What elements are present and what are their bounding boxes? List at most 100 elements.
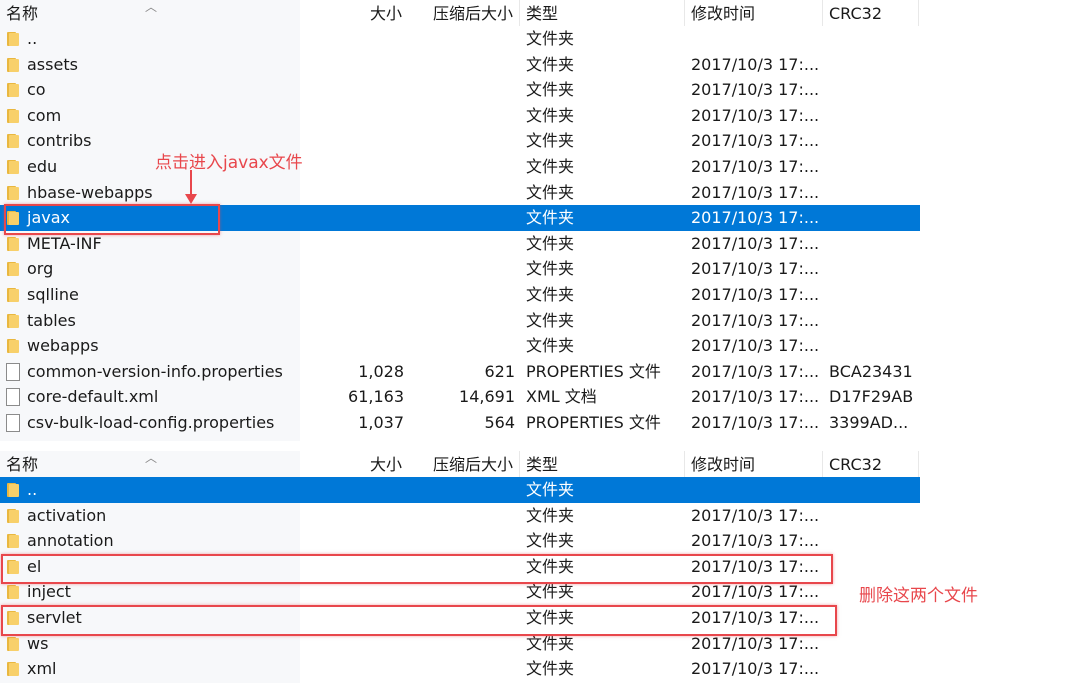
annotation-delete-two: 删除这两个文件	[859, 586, 978, 606]
folder-icon	[7, 508, 19, 523]
column-modified-header[interactable]: 修改时间	[691, 454, 755, 476]
file-name: com	[27, 105, 62, 125]
file-name: common-version-info.properties	[27, 361, 283, 381]
folder-icon	[7, 611, 19, 625]
folder-icon	[7, 134, 19, 149]
folder-icon	[7, 339, 19, 354]
file-row[interactable]: .. 文件夹	[0, 26, 920, 52]
file-name: contribs	[27, 131, 92, 151]
file-crc: D17F29AB	[829, 387, 914, 407]
file-type: 文件夹	[526, 182, 575, 202]
column-separator[interactable]	[684, 0, 685, 26]
file-type: 文件夹	[526, 505, 575, 525]
file-row[interactable]: annotation 文件夹 2017/10/3 17:...	[0, 528, 920, 554]
folder-icon	[7, 160, 19, 174]
column-header: 名称 ︿ 大小 压缩后大小 类型 修改时间 CRC32	[0, 451, 920, 477]
column-separator[interactable]	[918, 0, 919, 26]
column-type-header[interactable]: 类型	[526, 454, 558, 476]
file-name: hbase-webapps	[27, 182, 153, 202]
column-separator[interactable]	[822, 451, 823, 477]
folder-icon	[7, 483, 19, 497]
file-modified: 2017/10/3 17:...	[691, 413, 820, 432]
file-type: 文件夹	[526, 336, 575, 356]
column-crc-header[interactable]: CRC32	[829, 454, 882, 476]
file-row[interactable]: sqlline 文件夹 2017/10/3 17:...	[0, 282, 920, 308]
column-size-header[interactable]: 大小	[370, 454, 402, 476]
column-name-header[interactable]: 名称	[6, 454, 38, 476]
file-modified: 2017/10/3 17:...	[691, 608, 820, 627]
column-modified-header[interactable]: 修改时间	[691, 3, 755, 25]
file-type: 文件夹	[526, 29, 575, 48]
file-row[interactable]: META-INF 文件夹 2017/10/3 17:...	[0, 231, 920, 257]
file-name: sqlline	[27, 285, 79, 304]
sort-ascending-icon: ︿	[145, 0, 158, 14]
file-type: 文件夹	[526, 531, 575, 551]
sort-ascending-icon: ︿	[145, 451, 158, 465]
file-row[interactable]: activation 文件夹 2017/10/3 17:...	[0, 503, 920, 529]
arrow-down-icon	[185, 170, 197, 204]
file-row[interactable]: csv-bulk-load-config.properties 1,037 564 P…	[0, 410, 920, 436]
file-row[interactable]: servlet 文件夹 2017/10/3 17:...	[0, 605, 920, 631]
file-modified: 2017/10/3 17:...	[691, 556, 820, 576]
column-separator[interactable]	[684, 451, 685, 477]
file-type: 文件夹	[526, 131, 575, 151]
file-name: edu	[27, 157, 58, 176]
file-modified: 2017/10/3 17:...	[691, 285, 820, 304]
file-modified: 2017/10/3 17:...	[691, 361, 820, 381]
file-name: ..	[27, 480, 38, 499]
file-type: PROPERTIES 文件	[526, 413, 661, 432]
file-type: 文件夹	[526, 659, 575, 679]
file-row[interactable]: .. 文件夹	[0, 477, 920, 503]
file-row[interactable]: common-version-info.properties 1,028 621 PR…	[0, 359, 920, 385]
file-modified: 2017/10/3 17:...	[691, 336, 820, 356]
file-name: csv-bulk-load-config.properties	[27, 413, 275, 432]
column-separator[interactable]	[918, 451, 919, 477]
file-name: co	[27, 80, 46, 100]
column-compressed-header[interactable]: 压缩后大小	[433, 3, 513, 25]
file-size: 1,037	[358, 413, 404, 432]
column-name-header[interactable]: 名称	[6, 3, 38, 25]
column-type-header[interactable]: 类型	[526, 3, 558, 25]
column-size-header[interactable]: 大小	[370, 3, 402, 25]
column-separator[interactable]	[822, 0, 823, 26]
file-type: 文件夹	[526, 80, 575, 100]
folder-icon	[7, 662, 19, 677]
file-row[interactable]: edu 文件夹 2017/10/3 17:...	[0, 154, 920, 180]
file-name: servlet	[27, 608, 82, 627]
file-row[interactable]: org 文件夹 2017/10/3 17:...	[0, 256, 920, 282]
column-compressed-header[interactable]: 压缩后大小	[433, 454, 513, 476]
column-separator[interactable]	[519, 0, 520, 26]
file-type: PROPERTIES 文件	[526, 361, 661, 381]
file-row[interactable]: tables 文件夹 2017/10/3 17:...	[0, 308, 920, 334]
file-row[interactable]: com 文件夹 2017/10/3 17:...	[0, 103, 920, 129]
file-row[interactable]: core-default.xml 61,163 14,691 XML 文档 2017/1…	[0, 384, 920, 410]
file-modified: 2017/10/3 17:...	[691, 531, 820, 551]
file-row[interactable]: assets 文件夹 2017/10/3 17:...	[0, 52, 920, 78]
file-modified: 2017/10/3 17:...	[691, 310, 820, 330]
file-row[interactable]: contribs 文件夹 2017/10/3 17:...	[0, 128, 920, 154]
file-compressed-size: 14,691	[459, 387, 515, 407]
file-size: 61,163	[348, 387, 404, 407]
file-row[interactable]: ws 文件夹 2017/10/3 17:...	[0, 631, 920, 657]
file-crc: BCA23431	[829, 361, 913, 381]
file-modified: 2017/10/3 17:...	[691, 182, 820, 202]
file-row[interactable]: javax 文件夹 2017/10/3 17:...	[0, 205, 920, 231]
file-name: ws	[27, 633, 49, 653]
file-modified: 2017/10/3 17:...	[691, 208, 820, 228]
file-row[interactable]: webapps 文件夹 2017/10/3 17:...	[0, 333, 920, 359]
file-row[interactable]: xml 文件夹 2017/10/3 17:...	[0, 656, 920, 682]
file-row[interactable]: co 文件夹 2017/10/3 17:...	[0, 77, 920, 103]
file-type: 文件夹	[526, 259, 575, 279]
column-crc-header[interactable]: CRC32	[829, 3, 882, 25]
file-row[interactable]: inject 文件夹 2017/10/3 17:...	[0, 579, 920, 605]
column-separator[interactable]	[519, 451, 520, 477]
file-type: 文件夹	[526, 556, 575, 576]
file-modified: 2017/10/3 17:...	[691, 157, 820, 176]
file-row[interactable]: el 文件夹 2017/10/3 17:...	[0, 554, 920, 580]
file-icon	[6, 388, 20, 407]
folder-icon	[7, 534, 19, 549]
file-row[interactable]: hbase-webapps 文件夹 2017/10/3 17:...	[0, 180, 920, 206]
file-compressed-size: 621	[484, 361, 515, 381]
file-modified: 2017/10/3 17:...	[691, 633, 820, 653]
file-type: 文件夹	[526, 208, 575, 228]
